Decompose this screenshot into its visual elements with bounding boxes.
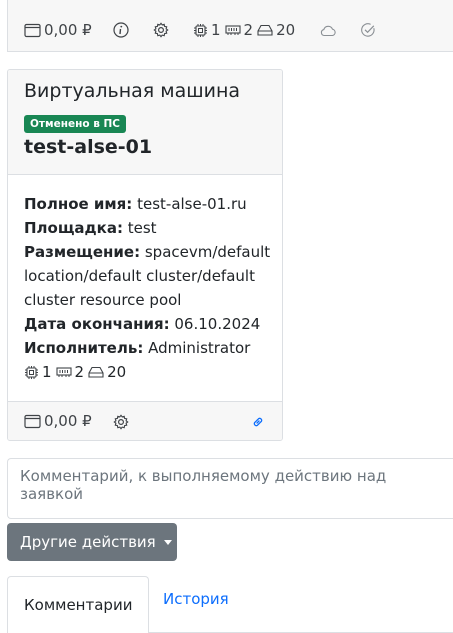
comment-textarea[interactable]	[7, 458, 453, 519]
gear-icon[interactable]	[113, 414, 129, 430]
end-date-label: Дата окончания:	[24, 315, 170, 333]
placement-value-line3: cluster resource pool	[24, 291, 182, 309]
cloud-icon[interactable]	[319, 24, 337, 37]
resources-summary: 1 2 20	[193, 21, 295, 39]
disk-size: 20	[276, 21, 296, 39]
wallet-icon	[24, 23, 41, 38]
disk-icon	[88, 366, 104, 378]
disk-size: 20	[107, 363, 127, 381]
link-icon[interactable]	[251, 415, 265, 429]
executor-row: Исполнитель: Administrator	[24, 336, 274, 360]
price-text: 0,00 ₽	[44, 21, 92, 39]
caret-down-icon	[163, 539, 172, 545]
site-label: Площадка:	[24, 219, 123, 237]
ram-count: 2	[74, 363, 85, 381]
site-value: test	[127, 219, 157, 237]
placement-label: Размещение:	[24, 243, 141, 261]
placement-value-line2: location/default cluster/default	[24, 267, 255, 285]
ram-count: 2	[243, 21, 254, 39]
tab-history[interactable]: История	[147, 576, 245, 622]
cpu-count: 1	[211, 21, 221, 39]
vm-name: test-alse-01	[24, 136, 153, 158]
vm-type-title: Виртуальная машина	[24, 80, 241, 102]
previous-card-footer: 0,00 ₽ 1 2 20	[7, 0, 453, 52]
other-actions-label: Другие действия	[20, 533, 156, 551]
vm-card-header: Виртуальная машина Отменено в ПС test-al…	[8, 70, 282, 175]
end-date-row: Дата окончания: 06.10.2024	[24, 312, 274, 336]
end-date-value: 06.10.2024	[174, 315, 261, 333]
tab-comments[interactable]: Комментарии	[7, 576, 150, 633]
full-name-value: test-alse-01.ru	[137, 195, 247, 213]
site-row: Площадка: test	[24, 216, 274, 240]
memory-icon	[224, 24, 241, 36]
price-item: 0,00 ₽	[24, 412, 92, 430]
wallet-icon	[24, 414, 41, 429]
cpu-icon	[193, 23, 208, 38]
executor-label: Исполнитель:	[24, 339, 144, 357]
check-circle-icon[interactable]	[360, 22, 376, 38]
cpu-count: 1	[42, 363, 52, 381]
disk-icon	[257, 24, 273, 36]
full-name-label: Полное имя:	[24, 195, 133, 213]
gear-icon[interactable]	[153, 22, 169, 38]
memory-icon	[55, 366, 72, 378]
price-text: 0,00 ₽	[44, 412, 92, 430]
price-item: 0,00 ₽	[24, 21, 92, 39]
other-actions-dropdown-button[interactable]: Другие действия	[7, 523, 177, 561]
vm-card-footer: 0,00 ₽	[8, 401, 282, 440]
placement-row: Размещение: spacevm/default	[24, 240, 274, 264]
info-icon[interactable]	[113, 22, 129, 38]
executor-value: Administrator	[148, 339, 251, 357]
placement-value-line1: spacevm/default	[144, 243, 271, 261]
status-badge: Отменено в ПС	[24, 115, 127, 133]
vm-card-body: Полное имя: test-alse-01.ru Площадка: te…	[24, 192, 274, 384]
virtual-machine-card: Виртуальная машина Отменено в ПС test-al…	[7, 69, 283, 441]
full-name-row: Полное имя: test-alse-01.ru	[24, 192, 274, 216]
vm-resources: 1 2 20	[24, 360, 274, 384]
cpu-icon	[24, 365, 39, 380]
tabs-bar: Комментарии История	[7, 576, 453, 633]
